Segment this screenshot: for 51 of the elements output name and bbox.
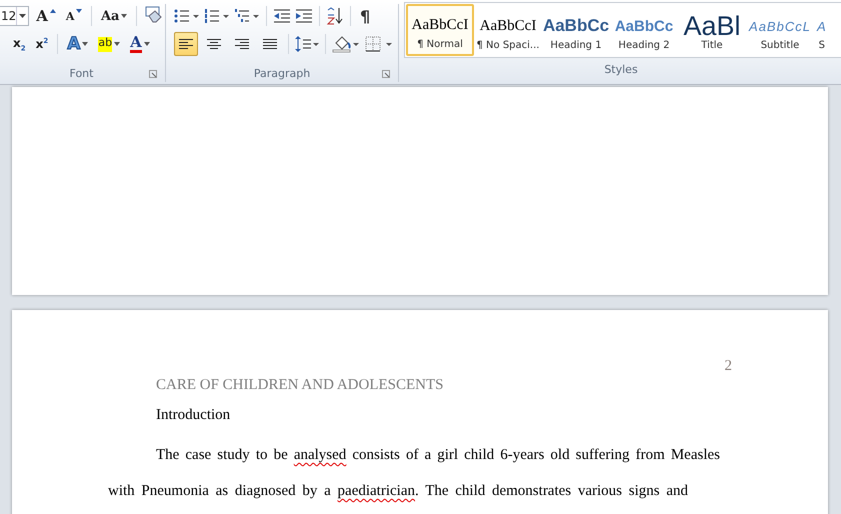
page-number: 2 <box>724 358 732 375</box>
justify-icon <box>262 38 278 50</box>
subscript-button[interactable]: x$_{2}$ <box>10 33 29 55</box>
paragraph-text: with Pneumonia as diagnosed by a <box>108 483 332 499</box>
dialog-launcher-icon[interactable] <box>382 70 390 78</box>
group-label: Styles <box>604 62 638 76</box>
running-header: CARE OF CHILDREN AND ADOLESCENTS <box>156 376 445 395</box>
caret-icon <box>19 14 26 18</box>
font-size-field[interactable]: 12 <box>0 6 30 26</box>
style-option[interactable]: AaBbCcL Subtitle <box>746 4 814 56</box>
grow-font-button[interactable]: A <box>33 5 59 27</box>
paragraph-text: The case study to be <box>156 447 289 463</box>
misspelled-word: paediatrician <box>338 483 415 499</box>
align-button[interactable] <box>174 32 198 56</box>
dialog-launcher-icon[interactable] <box>149 70 157 78</box>
style-option[interactable]: AaBl Title <box>678 4 746 56</box>
highlight-button[interactable]: ab <box>95 33 124 55</box>
decrease-indent-icon[interactable] <box>273 8 291 24</box>
font-color-button[interactable]: A <box>127 33 153 55</box>
line-spacing-icon[interactable] <box>295 35 319 53</box>
superscript-button[interactable]: x$^{2}$ <box>32 33 52 55</box>
align-right-icon <box>234 38 250 50</box>
align-center-icon <box>206 38 222 50</box>
style-option[interactable]: A S <box>814 4 830 56</box>
paragraph-text: . The child demonstrates various signs and <box>415 483 688 499</box>
shrink-font-button[interactable]: A <box>62 5 86 27</box>
numbered-list-icon[interactable] <box>204 8 230 24</box>
caret-icon <box>121 14 128 18</box>
style-option[interactable]: AaBbCcI ¶ No Spaci... <box>474 4 542 56</box>
caret-icon <box>82 42 88 46</box>
multilevel-list-icon[interactable] <box>234 8 260 24</box>
show-formatting-marks-button[interactable]: ¶ <box>357 5 374 27</box>
increase-indent-icon[interactable] <box>295 8 313 24</box>
style-option[interactable]: AaBbCc Heading 2 <box>610 4 678 56</box>
align-left-icon <box>178 38 194 50</box>
caret-icon <box>114 42 120 46</box>
paint-bucket-icon[interactable] <box>332 35 360 53</box>
misspelled-word: analysed <box>294 447 346 463</box>
paragraph-text: consists of a girl child 6-years old suffering from Measles <box>351 447 720 463</box>
sort-icon[interactable] <box>326 7 344 25</box>
caret-icon <box>50 9 56 13</box>
change-case-button[interactable]: Aa <box>98 5 130 27</box>
style-option[interactable]: AaBbCcI ¶ Normal <box>406 4 474 56</box>
style-option[interactable]: AaBbCc Heading 1 <box>542 4 610 56</box>
bullet-list-icon[interactable] <box>174 8 200 24</box>
group-label: Font <box>70 66 94 80</box>
caret-icon <box>76 9 82 13</box>
borders-icon[interactable] <box>364 35 394 53</box>
group-label: Paragraph <box>254 66 310 80</box>
section-heading: Introduction <box>156 406 232 425</box>
caret-icon <box>144 42 150 46</box>
